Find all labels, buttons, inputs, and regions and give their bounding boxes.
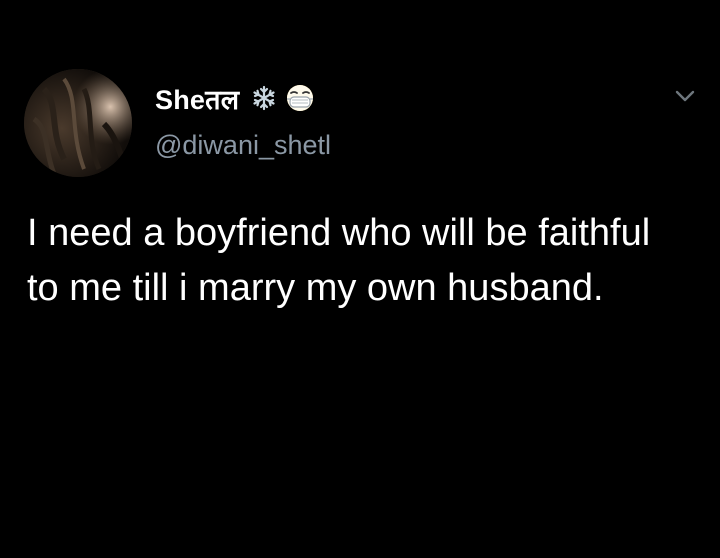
snowflake-icon xyxy=(251,85,277,111)
display-name[interactable]: Sheतल xyxy=(155,80,239,117)
tweet-card: Sheतल @diwani_shetl I need a boyfriend w… xyxy=(0,0,720,558)
face-with-medical-mask-icon xyxy=(285,83,315,113)
name-row: Sheतल xyxy=(155,80,331,116)
handle[interactable]: @diwani_shetl xyxy=(155,130,331,161)
avatar[interactable] xyxy=(24,69,132,177)
tweet-text: I need a boyfriend who will be faithful … xyxy=(27,212,661,309)
more-options-chevron-down-icon[interactable] xyxy=(672,86,698,106)
tweet-header: Sheतल @diwani_shetl xyxy=(155,80,331,161)
